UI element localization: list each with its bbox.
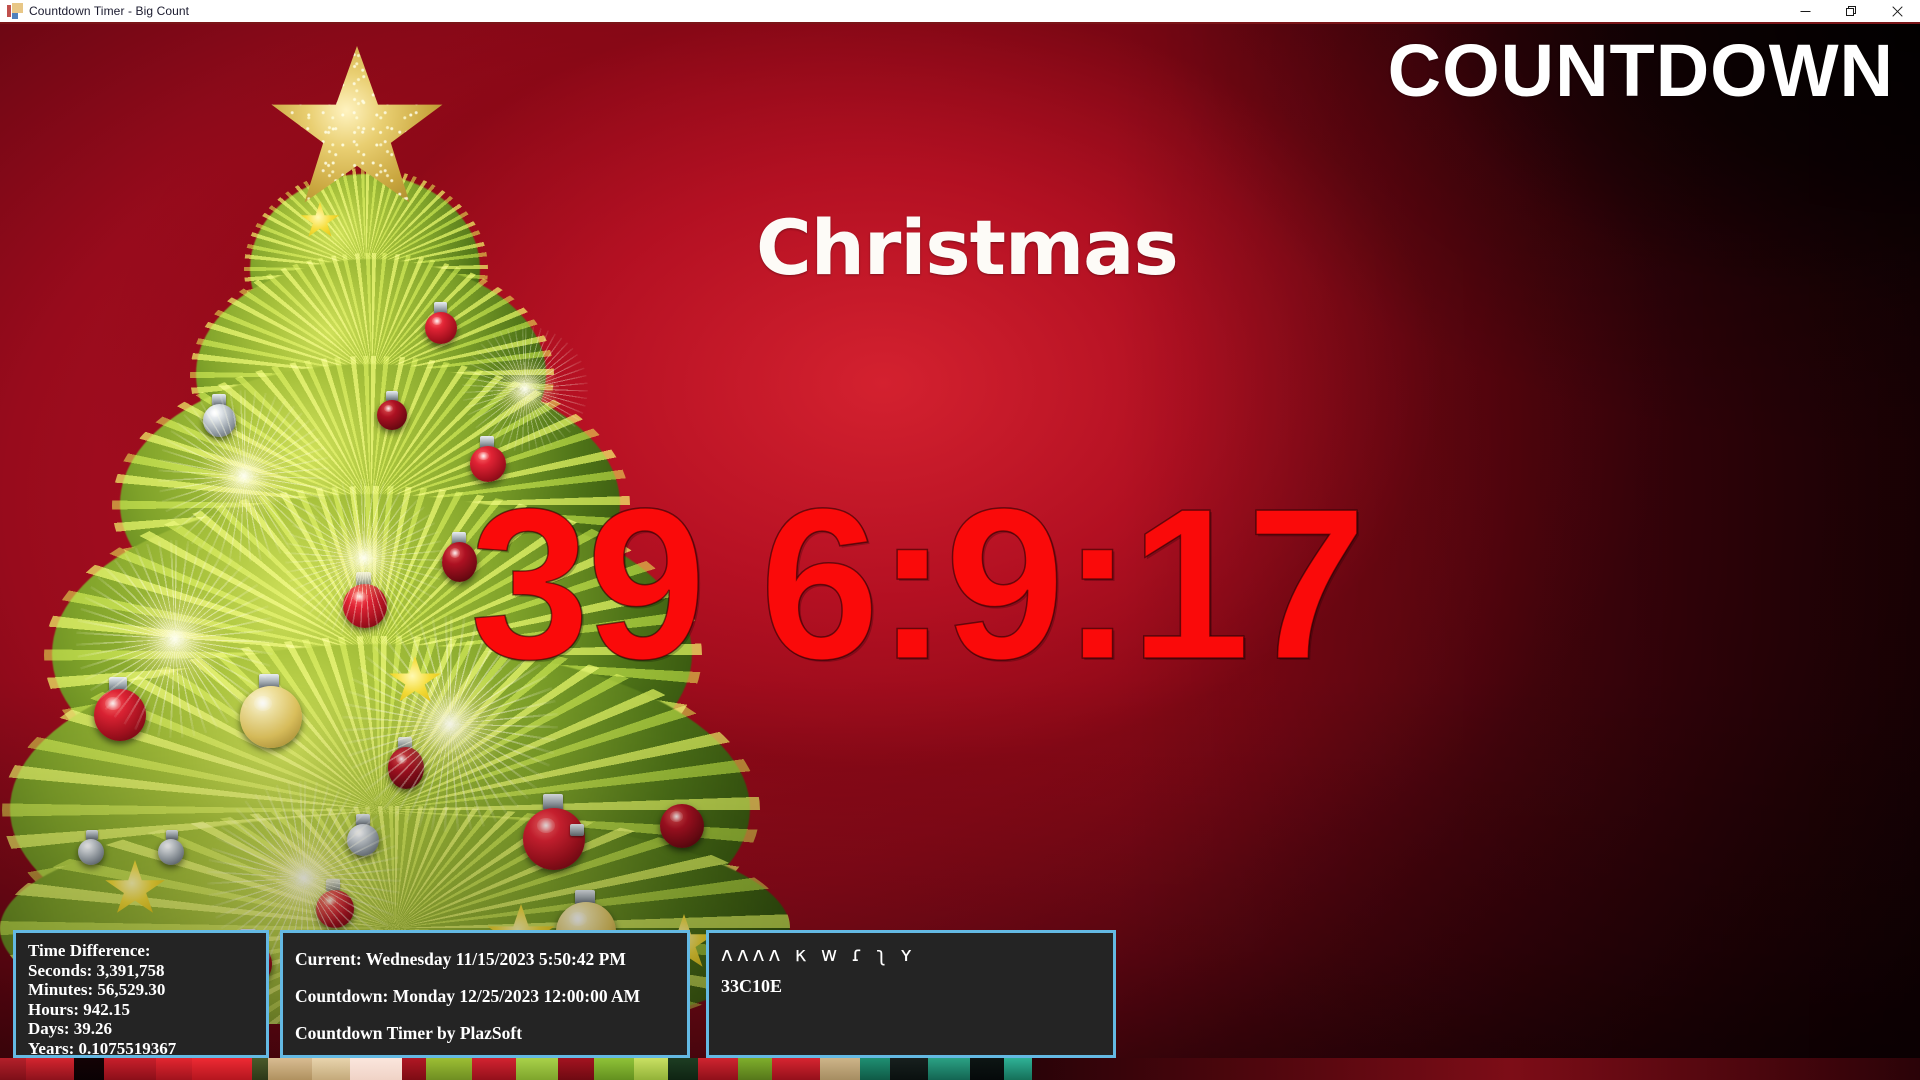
days-value: Days: 39.26 xyxy=(28,1019,113,1038)
seconds-value: Seconds: 3,391,758 xyxy=(28,960,165,980)
vb-app-icon xyxy=(7,3,23,19)
symbol-code-value: 33C10E xyxy=(721,976,783,996)
countdown-header-label: COUNTDOWN xyxy=(1387,29,1894,112)
window-controls xyxy=(1782,0,1920,23)
hours-value: Hours: 942.15 xyxy=(28,999,130,1019)
restore-button[interactable] xyxy=(1828,0,1874,23)
time-difference-title: Time Difference: xyxy=(28,941,151,960)
close-button[interactable] xyxy=(1874,0,1920,23)
app-window: Countdown Timer - Big Count COUNTDOWN Ch… xyxy=(0,0,1920,1080)
tiled-image-strip xyxy=(0,1058,1920,1080)
countdown-datetime: Countdown: Monday 12/25/2023 12:00:00 AM xyxy=(295,986,641,1006)
countdown-client-area: COUNTDOWN Christmas 39 6:9:17 Time Diffe… xyxy=(0,24,1920,1080)
window-titlebar[interactable]: Countdown Timer - Big Count xyxy=(0,0,1920,24)
event-title: Christmas xyxy=(756,203,1179,292)
symbols-panel[interactable]: ʌʌʌʌ κ ᴡ ɾ ʅ ʏ 33C10E xyxy=(706,930,1116,1058)
minimize-button[interactable] xyxy=(1782,0,1828,23)
close-icon xyxy=(1891,5,1903,17)
current-datetime: Current: Wednesday 11/15/2023 5:50:42 PM xyxy=(295,949,626,969)
window-title: Countdown Timer - Big Count xyxy=(29,4,190,18)
minimize-icon xyxy=(1800,10,1810,12)
minutes-value: Minutes: 56,529.30 xyxy=(28,980,166,999)
credit-line: Countdown Timer by PlazSoft xyxy=(295,1023,523,1043)
time-difference-panel[interactable]: Time Difference: Seconds: 3,391,758 Minu… xyxy=(13,930,269,1058)
symbol-glyph-row: ʌʌʌʌ κ ᴡ ɾ ʅ ʏ xyxy=(721,942,917,966)
dates-panel[interactable]: Current: Wednesday 11/15/2023 5:50:42 PM… xyxy=(280,930,690,1058)
big-count-display: 39 6:9:17 xyxy=(469,463,1367,704)
restore-icon xyxy=(1845,5,1856,16)
years-value: Years: 0.1075519367 xyxy=(28,1038,177,1058)
